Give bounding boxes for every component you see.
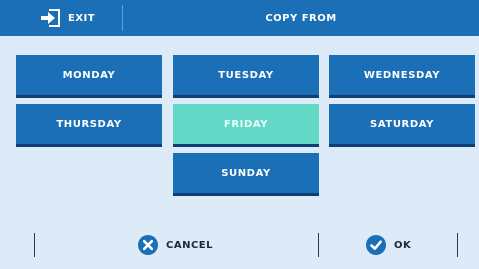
exit-label: EXIT	[68, 12, 96, 24]
ok-label: OK	[394, 239, 412, 251]
cancel-label: CANCEL	[166, 239, 213, 251]
top-bar: EXIT COPY FROM	[0, 0, 479, 36]
day-button-saturday[interactable]: SATURDAY	[329, 104, 475, 147]
footer-divider-right	[457, 233, 458, 257]
exit-button[interactable]: EXIT	[40, 8, 95, 28]
exit-door-icon	[41, 9, 60, 27]
day-button-tuesday[interactable]: TUESDAY	[173, 55, 319, 98]
day-button-thursday[interactable]: THURSDAY	[16, 104, 162, 147]
footer-bar: CANCEL OK	[0, 221, 479, 269]
ok-button[interactable]: OK	[366, 233, 411, 257]
day-button-sunday[interactable]: SUNDAY	[173, 153, 319, 196]
footer-divider-middle	[318, 233, 319, 257]
day-button-monday[interactable]: MONDAY	[16, 55, 162, 98]
day-button-friday[interactable]: FRIDAY	[173, 104, 319, 147]
page-title: COPY FROM	[265, 12, 337, 24]
x-circle-icon	[138, 235, 158, 255]
day-button-wednesday[interactable]: WEDNESDAY	[329, 55, 475, 98]
footer-divider-left	[34, 233, 35, 257]
cancel-button[interactable]: CANCEL	[138, 233, 213, 257]
check-circle-icon	[366, 235, 386, 255]
